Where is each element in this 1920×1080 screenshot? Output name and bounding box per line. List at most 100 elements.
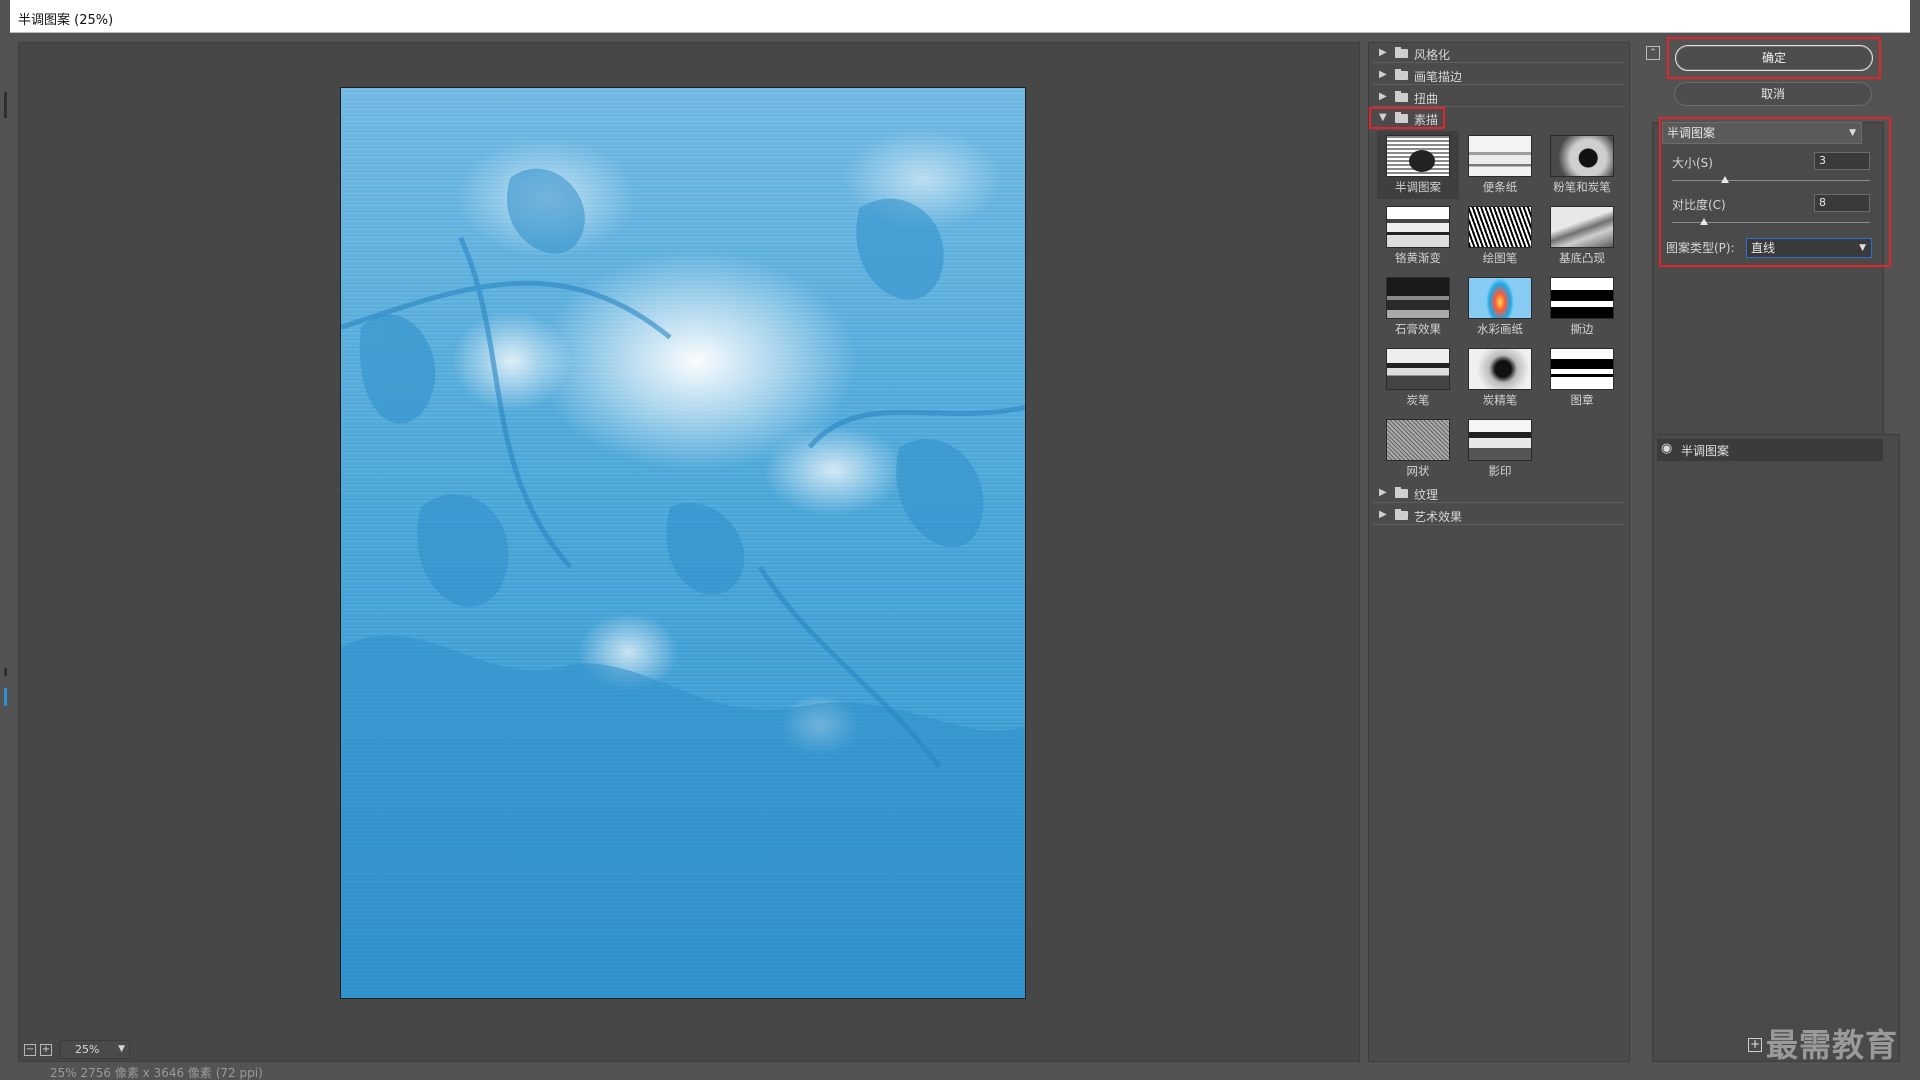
filter-preview-image	[1468, 277, 1532, 319]
chevron-down-icon: ▼	[118, 1044, 125, 1054]
filter-select-value: 半调图案	[1667, 126, 1716, 140]
filter-preview-image	[1468, 206, 1532, 248]
document-status: 25% 2756 像素 x 3646 像素 (72 ppi)	[50, 1066, 263, 1080]
filter-preview-image	[1386, 206, 1450, 248]
category-sketch[interactable]: ▼ 素描	[1369, 107, 1445, 129]
title-bar[interactable]: 半调图案 (25%)	[10, 0, 1910, 33]
category-artistic[interactable]: ▶ 艺术效果	[1373, 505, 1625, 525]
filter-thumb[interactable]: 图章	[1541, 344, 1623, 412]
filter-thumb[interactable]: 便条纸	[1459, 131, 1541, 199]
filter-thumb-label: 影印	[1488, 464, 1512, 478]
collapse-triangle-icon: ▼	[1379, 112, 1387, 123]
filter-thumb[interactable]: 基底凸现	[1541, 202, 1623, 270]
category-distort[interactable]: ▶ 扭曲	[1373, 87, 1625, 107]
pattern-type-label: 图案类型(P):	[1666, 241, 1735, 255]
filter-thumb-label: 水彩画纸	[1477, 322, 1523, 336]
filter-thumb-label: 炭笔	[1406, 393, 1430, 407]
filter-preview-image	[1386, 135, 1450, 177]
expand-triangle-icon: ▶	[1379, 487, 1387, 498]
filter-preview-image	[1386, 419, 1450, 461]
filter-thumb-label: 图章	[1570, 393, 1594, 407]
new-effect-layer-icon[interactable]: +	[1748, 1038, 1762, 1052]
expand-triangle-icon: ▶	[1379, 69, 1387, 80]
chevron-down-icon: ▼	[1859, 243, 1866, 253]
folder-icon	[1395, 487, 1408, 498]
size-input[interactable]: 3	[1814, 152, 1870, 170]
effect-layers: ◉ 半调图案	[1652, 434, 1900, 1062]
filter-preview-image	[1468, 135, 1532, 177]
filter-thumb[interactable]: 铬黄渐变	[1377, 202, 1459, 270]
pattern-type-select[interactable]: 直线 ▼	[1746, 238, 1872, 258]
ok-highlight: 确定	[1667, 37, 1881, 79]
filter-thumb-label: 绘图笔	[1482, 251, 1518, 265]
filter-thumb[interactable]: 绘图笔	[1459, 202, 1541, 270]
filter-thumb[interactable]: 石膏效果	[1377, 273, 1459, 341]
eye-icon[interactable]: ◉	[1661, 442, 1675, 456]
filter-thumb[interactable]: 水彩画纸	[1459, 273, 1541, 341]
filter-thumb-label: 炭精笔	[1482, 393, 1518, 407]
zoom-out-button[interactable]: −	[24, 1044, 36, 1056]
expand-triangle-icon: ▶	[1379, 47, 1387, 58]
expand-triangle-icon: ▶	[1379, 509, 1387, 520]
folder-icon	[1395, 509, 1408, 520]
ok-button[interactable]: 确定	[1675, 45, 1873, 71]
filter-thumb[interactable]: 网状	[1377, 415, 1459, 483]
size-label: 大小(S)	[1672, 156, 1713, 170]
filter-preview-image	[1550, 348, 1614, 390]
filter-thumb-label: 石膏效果	[1395, 322, 1441, 336]
zoom-in-button[interactable]: +	[40, 1044, 52, 1056]
filter-thumb-label: 基底凸现	[1559, 251, 1605, 265]
contrast-slider[interactable]	[1672, 218, 1870, 227]
category-brush-strokes[interactable]: ▶ 画笔描边	[1373, 65, 1625, 85]
filter-preview-image	[1386, 277, 1450, 319]
category-texture[interactable]: ▶ 纹理	[1373, 483, 1625, 503]
chevron-down-icon: ▼	[1849, 128, 1856, 138]
filter-gallery: ▶ 风格化 ▶ 画笔描边 ▶ 扭曲 ▼ 素描 半调图案 便条纸 粉笔和炭笔铬黄渐变 绘…	[1368, 42, 1630, 1062]
preview-image[interactable]	[340, 87, 1026, 999]
slider-thumb[interactable]	[1721, 176, 1730, 183]
filter-thumb-label: 便条纸	[1482, 180, 1518, 194]
strip-mark	[4, 668, 7, 676]
strip-mark	[4, 688, 7, 706]
cancel-button[interactable]: 取消	[1674, 82, 1872, 106]
leaf-silhouettes	[341, 168, 1025, 998]
contrast-input[interactable]: 8	[1814, 194, 1870, 212]
filter-select[interactable]: 半调图案 ▼	[1662, 122, 1862, 144]
filter-preview-image	[1468, 419, 1532, 461]
settings-panel: ⌃ 确定 取消 半调图案 ▼ 大小(S) 3 对比度(C) 8 图案类型(P):…	[1644, 37, 1902, 1062]
size-slider[interactable]	[1672, 176, 1870, 185]
filter-thumb[interactable]: 炭精笔	[1459, 344, 1541, 412]
folder-icon	[1395, 91, 1408, 102]
filter-preview-image	[1550, 135, 1614, 177]
strip-mark	[4, 92, 7, 118]
slider-track	[1672, 180, 1870, 181]
filter-thumb-label: 撕边	[1570, 322, 1594, 336]
filter-preview-image	[1468, 348, 1532, 390]
filter-thumb[interactable]: 影印	[1459, 415, 1541, 483]
contrast-label: 对比度(C)	[1672, 198, 1726, 212]
filter-thumb-label: 半调图案	[1395, 180, 1441, 194]
filter-thumb-label: 网状	[1406, 464, 1430, 478]
filter-preview-image	[1386, 348, 1450, 390]
window-left-strip	[0, 0, 10, 1080]
filter-thumb[interactable]: 撕边	[1541, 273, 1623, 341]
effect-layer-row[interactable]: ◉ 半调图案	[1657, 439, 1883, 461]
folder-icon	[1395, 69, 1408, 80]
zoom-value: 25%	[75, 1043, 100, 1056]
expand-triangle-icon: ▶	[1379, 91, 1387, 102]
zoom-bar: − + 25% ▼	[18, 1040, 258, 1060]
filter-preview-image	[1550, 277, 1614, 319]
filter-thumb[interactable]: 粉笔和炭笔	[1541, 131, 1623, 199]
pattern-type-value: 直线	[1751, 241, 1776, 255]
effect-layer-name: 半调图案	[1681, 444, 1730, 458]
category-stylize[interactable]: ▶ 风格化	[1373, 43, 1625, 63]
filter-thumb[interactable]: 半调图案	[1377, 131, 1459, 199]
folder-icon	[1395, 47, 1408, 58]
preview-pane[interactable]	[18, 42, 1360, 1062]
window-title: 半调图案 (25%)	[18, 13, 114, 28]
zoom-select[interactable]: 25% ▼	[60, 1040, 130, 1059]
filter-thumb-label: 粉笔和炭笔	[1553, 180, 1611, 194]
collapse-gallery-icon[interactable]: ⌃	[1646, 46, 1660, 60]
slider-thumb[interactable]	[1699, 218, 1708, 225]
filter-thumb[interactable]: 炭笔	[1377, 344, 1459, 412]
